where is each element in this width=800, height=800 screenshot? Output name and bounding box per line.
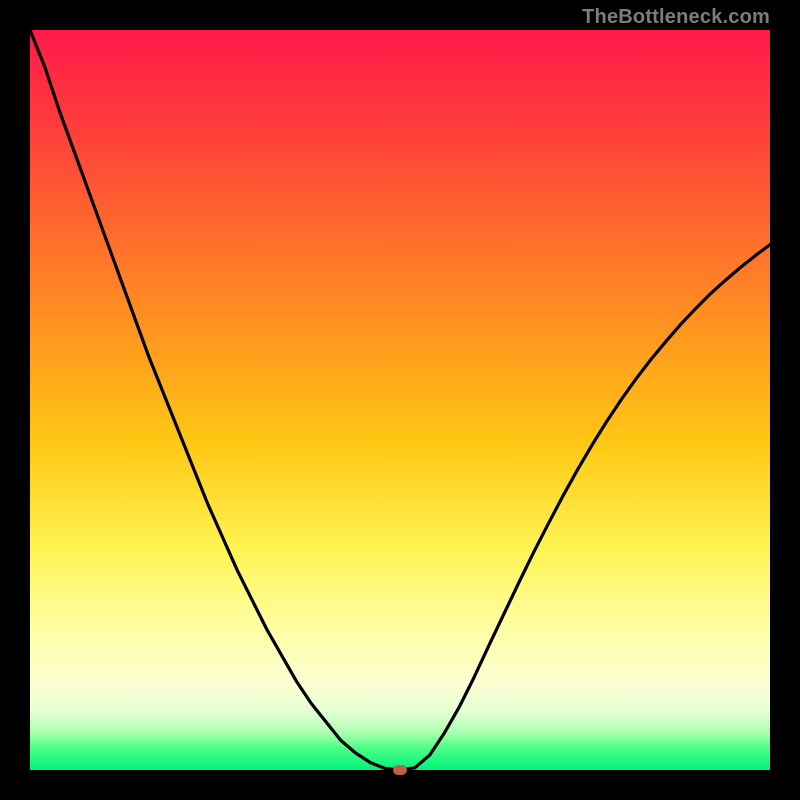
attribution-text: TheBottleneck.com: [582, 6, 770, 29]
marker-dot: [393, 765, 407, 775]
chart-frame: TheBottleneck.com: [0, 0, 800, 800]
plot-area: [30, 30, 770, 770]
